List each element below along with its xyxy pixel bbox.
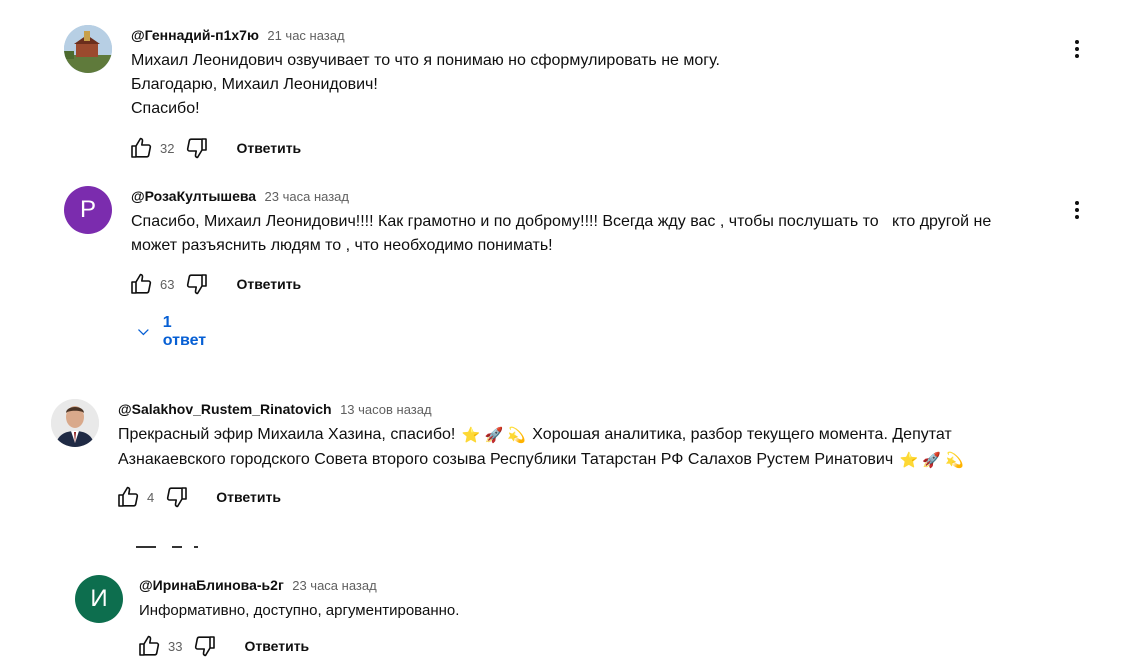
star-emoji: ⭐ <box>899 452 919 469</box>
comment-line: Спасибо! <box>131 100 200 117</box>
dislike-icon[interactable] <box>192 633 218 659</box>
avatar[interactable]: И <box>75 575 123 623</box>
comment-author[interactable]: @Геннадий-п1х7ю <box>131 27 259 43</box>
reply-button[interactable]: Ответить <box>216 489 281 505</box>
more-icon[interactable] <box>1065 37 1089 61</box>
dizzy-emoji: 💫 <box>507 427 526 444</box>
like-icon[interactable] <box>128 271 154 297</box>
like-count: 33 <box>168 638 183 654</box>
comment-line: может разъяснить людям то , что необходи… <box>131 237 553 254</box>
more-icon[interactable] <box>1065 198 1089 222</box>
comment-author[interactable]: @Salakhov_Rustem_Rinatovich <box>118 401 332 417</box>
comments-section: @Геннадий-п1х7ю 21 час назад Михаил Леон… <box>0 0 1137 671</box>
like-count: 4 <box>147 489 155 505</box>
scrolled-content-remnant <box>136 542 206 550</box>
comment-line: Михаил Леонидович озвучивает то что я по… <box>131 52 720 69</box>
like-count: 32 <box>160 140 175 156</box>
reply-button[interactable]: Ответить <box>244 638 309 654</box>
comment-line: Спасибо, Михаил Леонидович!!!! Как грамо… <box>131 213 992 230</box>
reply-button[interactable]: Ответить <box>236 276 301 292</box>
comment-timestamp[interactable]: 13 часов назад <box>340 402 432 417</box>
comment-timestamp[interactable]: 23 часа назад <box>292 578 376 593</box>
comment-timestamp[interactable]: 21 час назад <box>267 28 344 43</box>
comment-line: Прекрасный эфир Михаила Хазина, спасибо!… <box>118 423 966 448</box>
comment-text: Спасибо, Михаил Леонидович!!!! Как грамо… <box>131 210 991 258</box>
comment-line: Информативно, доступно, аргументированно… <box>139 602 460 619</box>
comment-text: Информативно, доступно, аргументированно… <box>139 599 459 623</box>
avatar[interactable]: P <box>64 186 112 234</box>
avatar[interactable] <box>51 399 99 447</box>
dislike-icon[interactable] <box>164 484 190 510</box>
avatar[interactable] <box>64 25 112 73</box>
comment-timestamp[interactable]: 23 часа назад <box>265 189 349 204</box>
like-count: 63 <box>160 276 175 292</box>
like-icon[interactable] <box>128 135 154 161</box>
comment-line: Азнакаевского городского Совета второго … <box>118 448 966 473</box>
comment-text: Михаил Леонидович озвучивает то что я по… <box>131 49 720 121</box>
replies-count-label: 1 ответ <box>162 314 207 349</box>
reply-button[interactable]: Ответить <box>236 140 301 156</box>
like-icon[interactable] <box>115 484 141 510</box>
dislike-icon[interactable] <box>184 271 210 297</box>
rocket-emoji: 🚀 <box>922 452 941 469</box>
comment-text: Прекрасный эфир Михаила Хазина, спасибо!… <box>118 423 966 473</box>
comment-author[interactable]: @ИринаБлинова-ь2г <box>139 577 284 593</box>
comment-author[interactable]: @РозаКултышева <box>131 188 256 204</box>
star-emoji: ⭐ <box>461 427 481 444</box>
chevron-down-icon <box>138 329 149 336</box>
comment-line: Благодарю, Михаил Леонидович! <box>131 76 378 93</box>
show-replies-button[interactable]: 1 ответ <box>136 314 209 350</box>
dizzy-emoji: 💫 <box>944 452 964 469</box>
dislike-icon[interactable] <box>184 135 210 161</box>
like-icon[interactable] <box>136 633 162 659</box>
rocket-emoji: 🚀 <box>484 427 504 444</box>
